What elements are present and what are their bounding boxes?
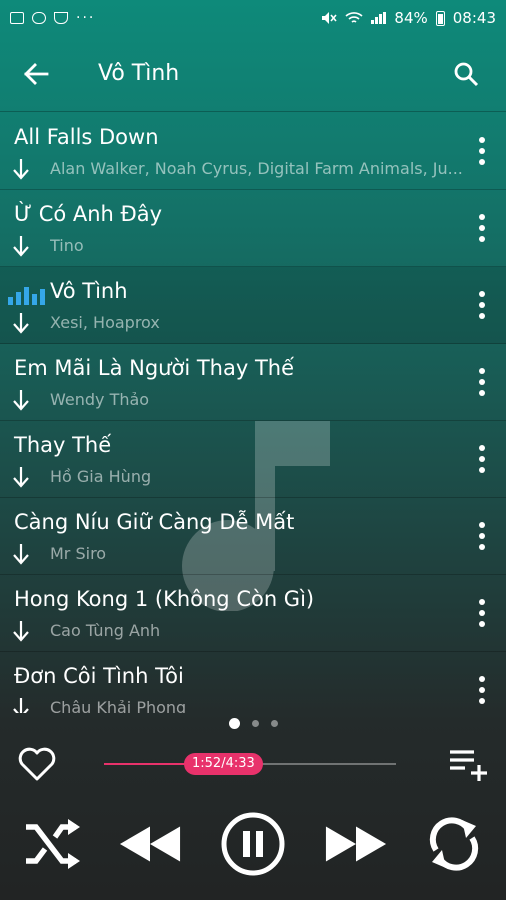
page-dot[interactable] [251, 719, 259, 727]
song-artist: Châu Khải Phong [50, 698, 187, 713]
clock: 08:43 [452, 9, 496, 27]
back-button[interactable] [12, 50, 60, 98]
song-menu-button[interactable] [472, 595, 492, 631]
repeat-icon [429, 817, 479, 871]
song-artist: Mr Siro [50, 544, 107, 563]
song-menu-button[interactable] [472, 518, 492, 554]
search-icon [454, 62, 479, 86]
player-progress: 1:52/4:33 [0, 736, 506, 792]
playlist-add-icon[interactable] [446, 746, 490, 782]
song-artist: Wendy Thảo [50, 390, 150, 409]
song-menu-button[interactable] [472, 364, 492, 400]
page-dot[interactable] [270, 719, 278, 727]
song-artist: Tino [50, 236, 84, 255]
song-item[interactable]: Thay Thế Hồ Gia Hùng [0, 421, 506, 498]
song-menu-button[interactable] [472, 441, 492, 477]
song-title: Ừ Có Anh Đây [14, 202, 163, 226]
song-item[interactable]: Đơn Côi Tình Tôi Châu Khải Phong [0, 652, 506, 713]
song-item[interactable]: Hong Kong 1 (Không Còn Gì) Cao Tùng Anh [0, 575, 506, 652]
song-item-now-playing[interactable]: Vô Tình Xesi, Hoaprox [0, 267, 506, 344]
song-title: All Falls Down [14, 125, 159, 149]
player-controls [0, 806, 506, 882]
download-icon [13, 467, 29, 488]
arrow-left-icon [24, 62, 49, 85]
song-artist: Xesi, Hoaprox [50, 313, 160, 332]
cloud-icon [32, 12, 46, 24]
song-item[interactable]: Em Mãi Là Người Thay Thế Wendy Thảo [0, 344, 506, 421]
equalizer-icon [8, 285, 45, 305]
search-button[interactable] [442, 50, 490, 98]
seek-bar-thumb-time[interactable]: 1:52/4:33 [184, 753, 263, 775]
shuffle-button[interactable] [20, 812, 84, 876]
app-bar: Vô Tình [0, 36, 506, 112]
pause-button[interactable] [221, 812, 285, 876]
page-title: Vô Tình [98, 61, 180, 86]
heart-outline-icon[interactable] [16, 744, 58, 784]
status-system: 84% 08:43 [321, 9, 496, 27]
song-item[interactable]: Ừ Có Anh Đây Tino [0, 190, 506, 267]
song-artist: Cao Tùng Anh [50, 621, 161, 640]
page-dot-active[interactable] [228, 717, 240, 729]
song-title: Em Mãi Là Người Thay Thế [14, 356, 295, 380]
mute-icon [322, 12, 338, 24]
song-artist: Hồ Gia Hùng [50, 467, 152, 486]
download-icon [13, 390, 29, 411]
song-item[interactable]: Càng Níu Giữ Càng Dễ Mất Mr Siro [0, 498, 506, 575]
song-menu-button[interactable] [472, 210, 492, 246]
download-icon [13, 544, 29, 565]
song-item[interactable]: All Falls Down Alan Walker, Noah Cyrus, … [0, 113, 506, 190]
status-notifications: ··· [10, 10, 95, 26]
song-title: Đơn Côi Tình Tôi [14, 664, 184, 688]
status-bar: ··· 84% 08:43 [0, 0, 506, 36]
download-icon [13, 621, 29, 642]
download-icon [13, 236, 29, 257]
download-icon [13, 698, 29, 713]
song-artist: Alan Walker, Noah Cyrus, Digital Farm An… [50, 159, 463, 178]
gallery-icon [10, 12, 24, 24]
battery-icon [435, 10, 445, 26]
song-list[interactable]: All Falls Down Alan Walker, Noah Cyrus, … [0, 113, 506, 713]
battery-percent: 84% [394, 9, 428, 27]
song-title: Vô Tình [50, 279, 128, 303]
boat-icon [54, 12, 68, 24]
download-icon [13, 159, 29, 180]
previous-button[interactable] [118, 812, 182, 876]
page-indicator [0, 716, 506, 730]
fast-forward-icon [325, 826, 387, 862]
pause-icon [221, 812, 285, 876]
song-menu-button[interactable] [472, 672, 492, 708]
next-button[interactable] [324, 812, 388, 876]
song-menu-button[interactable] [472, 133, 492, 169]
wifi-icon [345, 12, 363, 23]
shuffle-icon [26, 819, 80, 869]
song-title: Càng Níu Giữ Càng Dễ Mất [14, 510, 295, 534]
signal-icon [371, 12, 387, 24]
more-notifications-indicator: ··· [76, 10, 96, 26]
repeat-button[interactable] [422, 812, 486, 876]
song-title: Hong Kong 1 (Không Còn Gì) [14, 587, 315, 611]
rewind-icon [119, 826, 181, 862]
song-title: Thay Thế [14, 433, 112, 457]
song-menu-button[interactable] [472, 287, 492, 323]
download-icon [13, 313, 29, 334]
